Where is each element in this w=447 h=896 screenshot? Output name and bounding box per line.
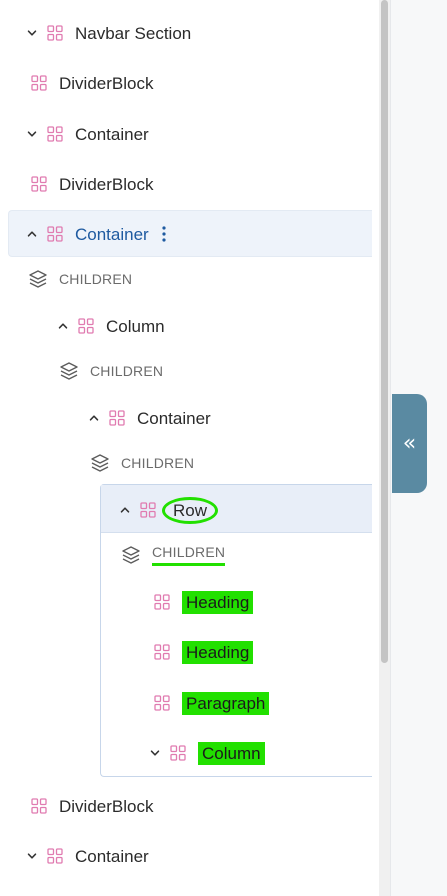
double-chevron-left-icon: « — [402, 431, 417, 456]
chevron-up-icon[interactable] — [119, 504, 131, 516]
grid-icon — [31, 176, 47, 192]
chevron-down-icon[interactable] — [26, 128, 38, 140]
tree-item-container-selected[interactable]: Container — [26, 217, 167, 251]
tree-item-column[interactable]: Column — [149, 736, 265, 770]
tree-item-label: DividerBlock — [59, 73, 154, 93]
tree-item-row[interactable]: Row — [119, 493, 219, 527]
tree-item-dividerblock[interactable]: DividerBlock — [31, 66, 153, 100]
tree-item-heading[interactable]: Heading — [154, 585, 254, 619]
chevron-down-icon[interactable] — [26, 850, 38, 862]
tree-item-label: Container — [75, 224, 149, 244]
tree-item-label: Column — [198, 741, 265, 765]
grid-icon — [31, 798, 47, 814]
kebab-menu-icon[interactable] — [161, 225, 167, 243]
layers-icon — [59, 361, 79, 381]
collapse-panel-button[interactable]: « — [392, 394, 427, 493]
tree-item-label: Container — [137, 408, 211, 428]
tree-item-label: Column — [106, 316, 165, 336]
layers-icon — [121, 545, 141, 565]
layers-tree: Navbar Section DividerBlock Container Di… — [0, 0, 372, 896]
grid-icon — [154, 644, 170, 660]
children-group-label: CHILDREN — [59, 354, 163, 388]
tree-item-label: Navbar Section — [75, 23, 192, 43]
tree-item-dividerblock[interactable]: DividerBlock — [31, 789, 153, 823]
tree-item-label: DividerBlock — [59, 796, 154, 816]
chevron-down-icon[interactable] — [149, 747, 161, 759]
children-group-label: CHILDREN — [121, 538, 226, 572]
tree-item-label: DividerBlock — [59, 174, 154, 194]
grid-icon — [140, 502, 156, 518]
grid-icon — [47, 226, 63, 242]
grid-icon — [47, 126, 63, 142]
grid-icon — [170, 745, 186, 761]
children-group-label: CHILDREN — [90, 446, 194, 480]
tree-item-label: Heading — [182, 640, 254, 664]
chevron-up-icon[interactable] — [57, 320, 69, 332]
tree-item-column[interactable]: Column — [57, 309, 165, 343]
tree-item-container[interactable]: Container — [26, 839, 149, 873]
grid-icon — [47, 848, 63, 864]
layers-icon — [28, 269, 48, 289]
tree-item-label: Container — [75, 846, 149, 866]
grid-icon — [109, 410, 125, 426]
tree-item-label: Paragraph — [182, 691, 270, 715]
chevron-down-icon[interactable] — [26, 27, 38, 39]
tree-item-paragraph[interactable]: Paragraph — [154, 686, 270, 720]
children-group-label: CHILDREN — [28, 262, 132, 296]
layers-icon — [90, 453, 110, 473]
grid-icon — [31, 75, 47, 91]
tree-item-label: Row — [162, 496, 219, 524]
tree-item-navbar-section[interactable]: Navbar Section — [26, 16, 191, 50]
tree-item-container[interactable]: Container — [26, 117, 149, 151]
scrollbar-thumb[interactable] — [381, 0, 388, 663]
chevron-up-icon[interactable] — [26, 228, 38, 240]
grid-icon — [78, 318, 94, 334]
tree-item-label: Heading — [182, 590, 254, 614]
chevron-up-icon[interactable] — [88, 412, 100, 424]
grid-icon — [154, 695, 170, 711]
grid-icon — [154, 594, 170, 610]
tree-item-heading[interactable]: Heading — [154, 635, 254, 669]
tree-item-label: Container — [75, 124, 149, 144]
grid-icon — [47, 25, 63, 41]
tree-item-dividerblock[interactable]: DividerBlock — [31, 167, 153, 201]
tree-item-container[interactable]: Container — [88, 401, 211, 435]
